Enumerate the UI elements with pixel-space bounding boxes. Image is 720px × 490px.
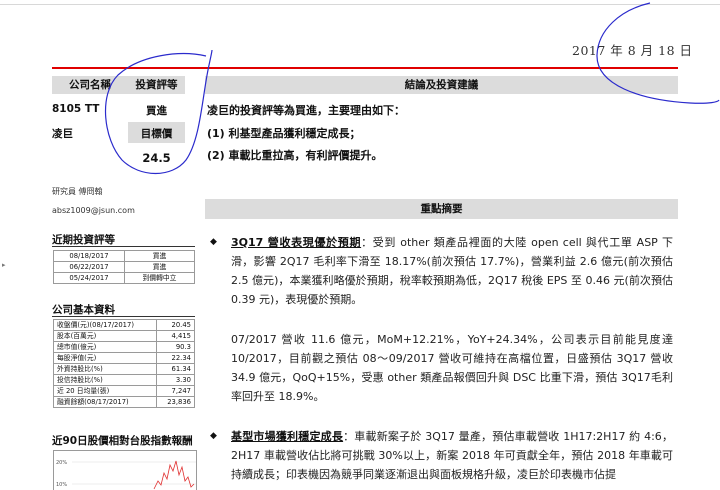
- info-value: 3.30: [156, 374, 195, 386]
- info-value: 4,415: [156, 330, 195, 342]
- header-red-rule: [52, 67, 678, 69]
- info-label: 收盤價(元)(08/17/2017): [52, 319, 158, 331]
- chart-svg: 20% 10%: [56, 460, 196, 490]
- summary-paragraph-2: 07/2017 營收 11.6 億元，MoM+12.21%，YoY+24.34%…: [231, 333, 673, 403]
- info-value: 61.34: [156, 363, 195, 375]
- info-value: 20.45: [156, 319, 195, 331]
- top-divider: [0, 4, 720, 5]
- basic-info-table: 收盤價(元)(08/17/2017) 20.45 股本(百萬元) 4,415 總市值…: [52, 319, 195, 408]
- header-company: 公司名稱: [52, 76, 128, 94]
- info-label: 投信持股比(%): [52, 374, 158, 386]
- p1-heading: 3Q17 營收表現優於預期: [231, 236, 362, 249]
- company-code: 8105 TT: [52, 103, 100, 115]
- info-value: 90.3: [156, 341, 195, 353]
- chart-tick-20: 20%: [56, 460, 67, 466]
- analyst-name: 研究員 傅冏翰: [52, 187, 103, 196]
- summary-paragraph-3: 基型市場獲利穩定成長：車載新案子於 3Q17 量產，預估車載營收 1H17:2H…: [231, 427, 673, 484]
- bullet-icon: ◆: [210, 237, 217, 247]
- table-row: 融資餘額(08/17/2017) 23,836: [52, 396, 195, 408]
- header-conclusion: 結論及投資建議: [205, 76, 678, 94]
- info-value: 23,836: [156, 396, 195, 408]
- header-rating: 投資評等: [128, 76, 185, 94]
- summary-paragraph-1: 3Q17 營收表現優於預期：受到 other 類產品裡面的大陸 open cel…: [231, 233, 673, 309]
- stock-return-chart: 20% 10%: [53, 450, 197, 490]
- table-row: 每股淨值(元) 22.34: [52, 352, 195, 364]
- chart-tick-10: 10%: [56, 482, 67, 488]
- target-price: 24.5: [142, 151, 171, 165]
- report-date: 2017 年 8 月 18 日: [572, 43, 693, 58]
- table-row: 股本(百萬元) 4,415: [52, 330, 195, 342]
- info-value: 22.34: [156, 352, 195, 364]
- basic-info-rule: [52, 316, 195, 317]
- history-rating: 到價轉中立: [124, 272, 195, 284]
- history-rating: 買進: [124, 261, 195, 273]
- history-date: 05/24/2017: [53, 272, 125, 284]
- table-row: 近 20 日均量(張) 7,247: [52, 385, 195, 397]
- table-row: 08/18/2017 買進: [53, 250, 195, 262]
- conclusion-line-3: (2) 車載比重拉高，有利評價提升。: [207, 149, 383, 162]
- info-label: 融資餘額(08/17/2017): [52, 396, 158, 408]
- bullet-icon: ◆: [210, 431, 217, 441]
- collapse-arrow-icon[interactable]: ▸: [2, 261, 6, 269]
- summary-title: 重點摘要: [205, 199, 678, 219]
- info-value: 7,247: [156, 385, 195, 397]
- table-row: 投信持股比(%) 3.30: [52, 374, 195, 386]
- info-label: 近 20 日均量(張): [52, 385, 158, 397]
- history-date: 08/18/2017: [53, 250, 125, 262]
- rating-history-table: 08/18/2017 買進 06/22/2017 買進 05/24/2017 到…: [53, 250, 195, 284]
- table-row: 外資持股比(%) 61.34: [52, 363, 195, 375]
- target-label: 目標價: [140, 128, 173, 140]
- history-rating: 買進: [124, 250, 195, 262]
- analyst-email[interactable]: absz1009@jsun.com: [52, 206, 135, 215]
- rating-history-title: 近期投資評等: [52, 234, 115, 246]
- table-row: 05/24/2017 到價轉中立: [53, 272, 195, 284]
- company-name: 凌巨: [52, 128, 73, 140]
- rating-value: 買進: [146, 105, 167, 117]
- info-label: 外資持股比(%): [52, 363, 158, 375]
- history-date: 06/22/2017: [53, 261, 125, 273]
- rating-history-rule: [52, 246, 195, 247]
- basic-info-title: 公司基本資料: [52, 304, 115, 316]
- stock-series-line: [153, 460, 195, 490]
- table-row: 收盤價(元)(08/17/2017) 20.45: [52, 319, 195, 331]
- conclusion-line-1: 凌巨的投資評等為買進，主要理由如下：: [207, 104, 405, 117]
- conclusion-line-2: (1) 利基型產品獲利穩定成長；: [207, 127, 361, 140]
- info-label: 每股淨值(元): [52, 352, 158, 364]
- table-row: 06/22/2017 買進: [53, 261, 195, 273]
- table-row: 總市值(億元) 90.3: [52, 341, 195, 353]
- info-label: 總市值(億元): [52, 341, 158, 353]
- chart-section-title: 近90日股價相對台股指數報酬: [52, 435, 193, 447]
- p3-heading: 基型市場獲利穩定成長: [231, 430, 344, 443]
- info-label: 股本(百萬元): [52, 330, 158, 342]
